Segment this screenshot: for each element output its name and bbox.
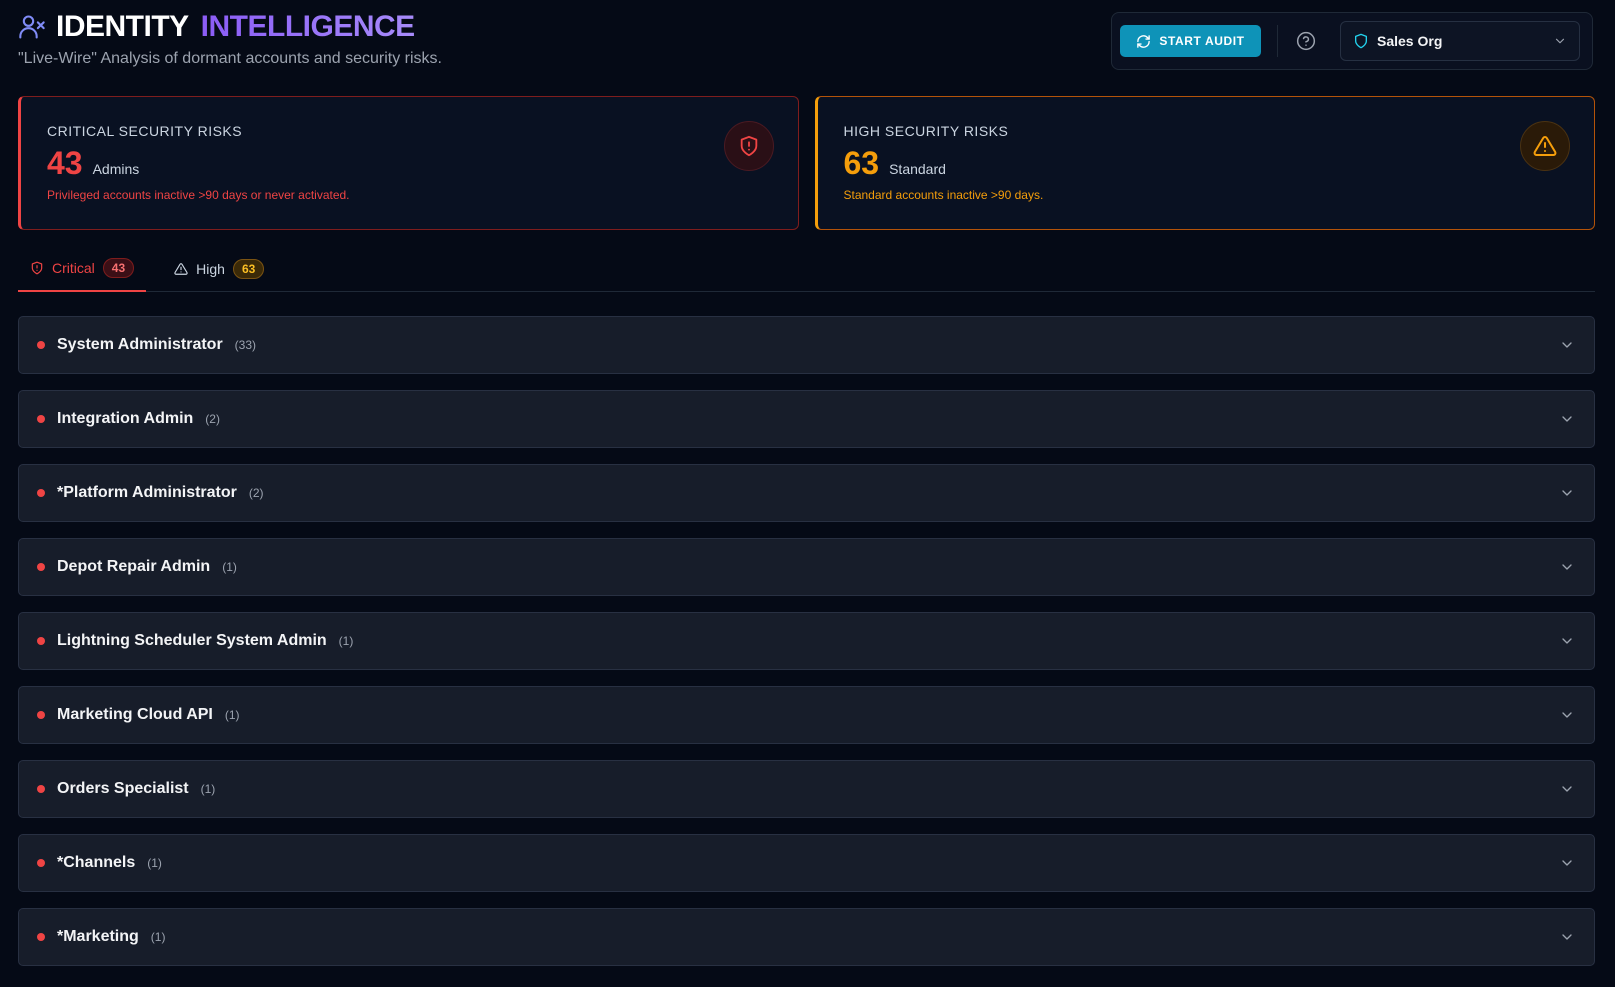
refresh-icon (1137, 34, 1151, 48)
tab-critical[interactable]: Critical 43 (18, 246, 147, 292)
title-row: IDENTITY INTELLIGENCE (18, 10, 442, 43)
critical-indicator-dot (37, 933, 45, 941)
critical-indicator-dot (37, 859, 45, 867)
risk-tabs: Critical 43 High 63 (18, 246, 1595, 292)
group-count: (1) (147, 856, 162, 870)
expand-chevron[interactable] (1558, 632, 1576, 650)
help-circle-icon (1296, 31, 1316, 51)
chevron-down-icon (1562, 786, 1572, 792)
help-button[interactable] (1294, 29, 1318, 53)
chevron-down-icon (1562, 342, 1572, 348)
role-group-list: System Administrator (33) Integration Ad… (18, 316, 1595, 982)
high-description: Standard accounts inactive >90 days. (843, 188, 1044, 202)
group-count: (1) (224, 708, 240, 722)
risk-summary-cards: CRITICAL SECURITY RISKS 43 Admins Privil… (18, 96, 1595, 230)
critical-indicator-dot (37, 637, 45, 645)
group-name: Depot Repair Admin (57, 558, 211, 575)
group-name: Orders Specialist (57, 780, 189, 797)
critical-count: 43 (47, 145, 83, 181)
chevron-down-icon (1562, 934, 1572, 940)
chevron-down-icon (1562, 564, 1572, 570)
page-header: IDENTITY INTELLIGENCE "Live-Wire" Analys… (18, 10, 442, 68)
group-count: (1) (200, 782, 216, 796)
tab-critical-label: Critical (52, 260, 95, 276)
org-selector[interactable]: Sales Org (1340, 21, 1580, 61)
alert-triangle-icon (1533, 135, 1557, 156)
tab-critical-count: 43 (102, 258, 135, 278)
group-count: (1) (150, 930, 166, 944)
tab-high-count: 63 (232, 259, 265, 279)
page-subtitle: "Live-Wire" Analysis of dormant accounts… (18, 50, 442, 67)
shield-alert-icon (740, 135, 757, 157)
critical-indicator-dot (37, 341, 45, 349)
header-controls: START AUDIT Sales Org (1111, 12, 1593, 70)
list-item[interactable]: Orders Specialist (1) (18, 760, 1595, 818)
expand-chevron[interactable] (1558, 854, 1576, 872)
group-count: (1) (338, 634, 354, 648)
chevron-down-icon (1562, 416, 1572, 422)
critical-indicator-dot (37, 563, 45, 571)
start-audit-label: START AUDIT (1159, 34, 1245, 48)
shield-icon (1355, 33, 1367, 49)
group-count: (33) (234, 338, 257, 352)
expand-chevron[interactable] (1558, 706, 1576, 724)
list-item[interactable]: *Channels (1) (18, 834, 1595, 892)
group-name: Lightning Scheduler System Admin (57, 632, 327, 649)
group-name: System Administrator (57, 336, 223, 353)
group-name: Marketing Cloud API (57, 706, 213, 723)
high-card-label: HIGH SECURITY RISKS (843, 123, 1009, 139)
critical-unit: Admins (92, 161, 140, 177)
list-item[interactable]: *Platform Administrator (2) (18, 464, 1595, 522)
high-badge (1520, 121, 1570, 171)
critical-card-label: CRITICAL SECURITY RISKS (47, 123, 243, 139)
high-card-value-row: 63 Standard (844, 145, 1569, 182)
critical-indicator-dot (37, 785, 45, 793)
org-selected-value: Sales Org (1377, 33, 1443, 49)
user-x-icon (19, 15, 45, 39)
identity-intelligence-page: IDENTITY INTELLIGENCE "Live-Wire" Analys… (0, 0, 1615, 987)
list-item[interactable]: Lightning Scheduler System Admin (1) (18, 612, 1595, 670)
high-count: 63 (843, 145, 880, 181)
expand-chevron[interactable] (1558, 336, 1576, 354)
group-name: *Channels (57, 854, 136, 871)
list-item[interactable]: System Administrator (33) (18, 316, 1595, 374)
group-name: Integration Admin (57, 410, 194, 427)
critical-badge (723, 121, 774, 171)
list-item[interactable]: Marketing Cloud API (1) (18, 686, 1595, 744)
chevron-down-icon (1562, 638, 1572, 644)
chevron-down-icon (1562, 490, 1572, 496)
group-count: (2) (205, 412, 220, 426)
critical-indicator-dot (37, 711, 45, 719)
group-name: *Marketing (57, 928, 139, 945)
group-count: (1) (222, 560, 237, 574)
expand-chevron[interactable] (1558, 558, 1576, 576)
critical-risks-card: CRITICAL SECURITY RISKS 43 Admins Privil… (18, 96, 799, 230)
expand-chevron[interactable] (1558, 780, 1576, 798)
group-name: *Platform Administrator (57, 484, 237, 501)
list-item[interactable]: Integration Admin (2) (18, 390, 1595, 448)
chevron-down-icon (1562, 860, 1572, 866)
chevron-down-icon (1555, 38, 1565, 44)
list-item[interactable]: Depot Repair Admin (1) (18, 538, 1595, 596)
critical-card-value-row: 43 Admins (47, 145, 772, 182)
high-risks-card: HIGH SECURITY RISKS 63 Standard Standard… (814, 96, 1595, 230)
tab-high[interactable]: High 63 (162, 246, 276, 292)
alert-triangle-icon (174, 263, 188, 275)
group-count: (2) (248, 486, 264, 500)
shield-alert-icon (31, 261, 43, 275)
list-item[interactable]: *Marketing (1) (18, 908, 1595, 966)
expand-chevron[interactable] (1558, 928, 1576, 946)
critical-indicator-dot (37, 415, 45, 423)
start-audit-button[interactable]: START AUDIT (1120, 25, 1261, 57)
high-unit: Standard (889, 161, 946, 177)
tab-high-label: High (196, 261, 225, 277)
controls-divider (1277, 25, 1278, 57)
expand-chevron[interactable] (1558, 484, 1576, 502)
chevron-down-icon (1562, 712, 1572, 718)
page-title: IDENTITY (56, 10, 189, 43)
page-title-accent: INTELLIGENCE (200, 10, 416, 43)
critical-description: Privileged accounts inactive >90 days or… (47, 188, 350, 202)
expand-chevron[interactable] (1558, 410, 1576, 428)
critical-indicator-dot (37, 489, 45, 497)
